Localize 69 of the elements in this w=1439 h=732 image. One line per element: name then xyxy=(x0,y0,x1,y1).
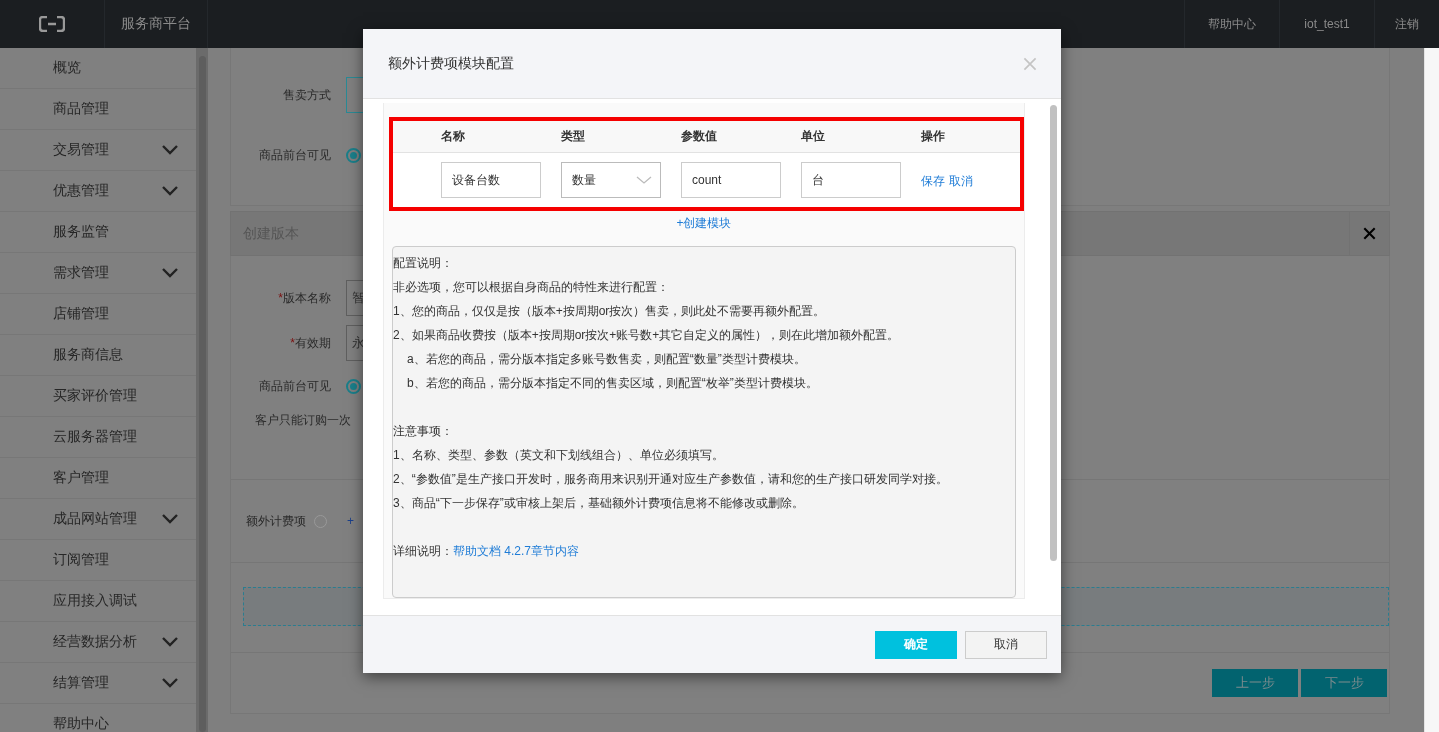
scrollbar-track[interactable] xyxy=(1424,48,1439,732)
next-button[interactable]: 下一步 xyxy=(1301,669,1387,697)
save-link[interactable]: 保存 xyxy=(921,173,945,188)
note-line: 1、您的商品，仅仅是按（版本+按周期or按次）售卖，则此处不需要再额外配置。 xyxy=(393,303,827,320)
chevron-down-icon xyxy=(162,268,178,278)
sidebar-item-label: 交易管理 xyxy=(53,141,109,159)
column-header: 单位 xyxy=(801,128,826,145)
create-module-link[interactable]: +创建模块 xyxy=(676,211,732,238)
sidebar-item-label: 概览 xyxy=(53,59,81,77)
scrollbar-thumb[interactable] xyxy=(1049,105,1057,561)
note-line: 2、“参数值”是生产接口开发时，服务商用来识别开通对应生产参数值，请和您的生产接口研发同学对接。 xyxy=(393,471,949,488)
sidebar-item-label: 优惠管理 xyxy=(53,182,109,200)
sidebar-item-label: 帮助中心 xyxy=(53,715,109,732)
name-field[interactable]: 设备台数 xyxy=(441,162,541,198)
chevron-down-icon xyxy=(636,176,652,184)
unit-field[interactable]: 台 xyxy=(801,162,901,198)
chevron-down-icon xyxy=(162,145,178,155)
form-label: 商品前台可见 xyxy=(258,146,331,164)
chevron-down-icon xyxy=(162,678,178,688)
type-select[interactable]: 数量 xyxy=(561,162,661,198)
note-line: 3、商品“下一步保存”或审核上架后，基础额外计费项信息将不能修改或删除。 xyxy=(393,495,805,512)
sidebar-item-label: 服务商信息 xyxy=(53,346,123,364)
note-line: 2、如果商品收费按（版本+按周期or按次+账号数+其它自定义的属性），则在此增加额外配置。 xyxy=(393,327,901,344)
sidebar-item-label: 商品管理 xyxy=(53,100,109,118)
sidebar-item-label: 结算管理 xyxy=(53,674,109,692)
chevron-down-icon xyxy=(162,514,178,524)
form-label: 有效期 xyxy=(295,336,331,350)
chevron-down-icon xyxy=(162,186,178,196)
note-line: 非必选项，您可以根据自身商品的特性来进行配置： xyxy=(393,279,670,296)
sidebar-item-label: 买家评价管理 xyxy=(53,387,137,405)
sidebar-item-label: 云服务器管理 xyxy=(53,428,137,446)
sidebar-item-label: 服务监管 xyxy=(53,223,109,241)
cancel-button[interactable]: 取消 xyxy=(965,630,1047,659)
required-mark: * xyxy=(290,336,295,350)
help-doc-link[interactable]: 帮助文档 4.2.7章节内容 xyxy=(453,544,580,558)
close-icon[interactable] xyxy=(1363,227,1376,240)
note-line: b、若您的商品，需分版本指定不同的售卖区域，则配置“枚举”类型计费模块。 xyxy=(406,375,819,392)
radio-button[interactable] xyxy=(346,378,361,394)
note-line: 详细说明：帮助文档 4.2.7章节内容 xyxy=(393,543,581,560)
dialog-title: 额外计费项模块配置 xyxy=(388,54,514,73)
confirm-button[interactable]: 确定 xyxy=(875,630,957,659)
previous-button[interactable]: 上一步 xyxy=(1212,669,1298,697)
sidebar-item-label: 应用接入调试 xyxy=(53,592,137,610)
form-label: 额外计费项 xyxy=(245,512,306,530)
sidebar-item-label: 需求管理 xyxy=(53,264,109,282)
form-label: 版本名称 xyxy=(283,291,331,305)
radio-button[interactable] xyxy=(346,147,361,163)
column-header: 参数值 xyxy=(681,128,718,145)
form-label: 客户只能订购一次 xyxy=(254,411,351,429)
note-line: 1、名称、类型、参数（英文和下划线组合）、单位必须填写。 xyxy=(393,447,725,464)
chevron-down-icon xyxy=(162,637,178,647)
logo-icon xyxy=(39,16,65,32)
required-mark: * xyxy=(278,291,283,305)
cancel-link[interactable]: 取消 xyxy=(949,173,973,188)
add-link[interactable]: + xyxy=(347,514,354,528)
sidebar-item-label: 客户管理 xyxy=(53,469,109,487)
note-line: 配置说明： xyxy=(393,255,454,272)
form-label: 商品前台可见 xyxy=(258,377,331,395)
note-line: 注意事项： xyxy=(393,423,454,440)
param-field[interactable]: count xyxy=(681,162,781,198)
sidebar-item-label: 经营数据分析 xyxy=(53,633,137,651)
note-line: a、若您的商品，需分版本指定多账号数售卖，则配置“数量”类型计费模块。 xyxy=(406,351,807,368)
column-header: 名称 xyxy=(441,128,466,145)
sidebar-item-label: 订阅管理 xyxy=(53,551,109,569)
column-header: 类型 xyxy=(561,128,586,145)
column-header: 操作 xyxy=(921,128,946,145)
form-label: 售卖方式 xyxy=(282,86,331,104)
sidebar-item-label: 成品网站管理 xyxy=(53,510,137,528)
sidebar-item-label: 店铺管理 xyxy=(53,305,109,323)
